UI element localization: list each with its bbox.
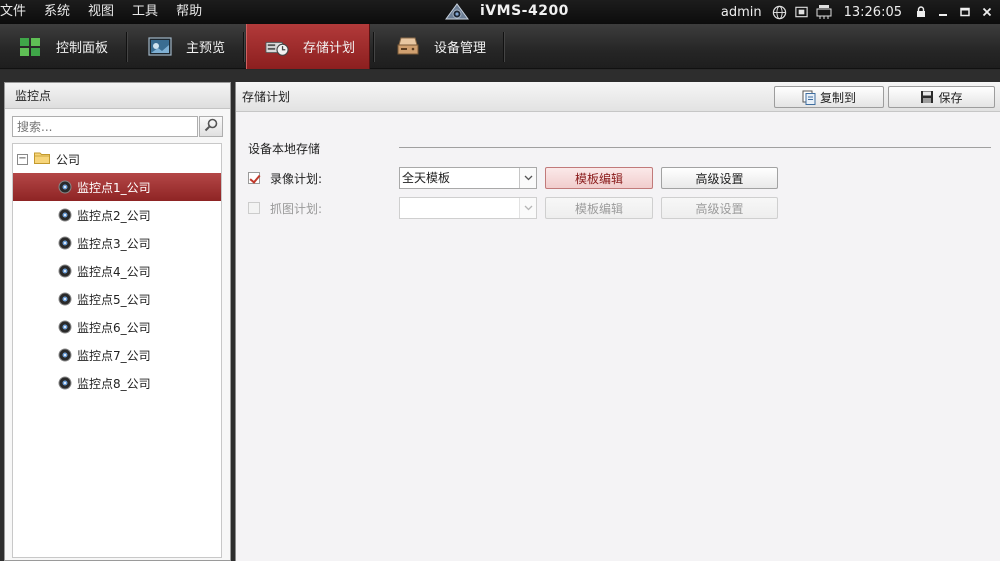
tab-divider [243, 32, 244, 62]
tab-divider [503, 32, 504, 62]
storage-icon [265, 36, 289, 58]
tree-item-camera-6[interactable]: 监控点6_公司 [13, 313, 221, 341]
collapse-icon[interactable]: − [17, 153, 28, 165]
panel-title: 存储计划 [242, 90, 291, 104]
module-tabbar: 控制面板 主预览 存储计划 设备管理 [0, 24, 1000, 69]
tab-divider [373, 32, 374, 62]
capture-template-select[interactable] [399, 197, 537, 219]
tab-divider [126, 32, 127, 62]
camera-icon [57, 348, 73, 362]
panel-title: 监控点 [5, 83, 230, 109]
app-title: iVMS-4200 [480, 3, 569, 19]
save-button[interactable]: 保存 [888, 86, 995, 108]
chevron-down-icon [519, 168, 536, 188]
menu-list: 文件 系统 视图 工具 帮助 [0, 0, 220, 24]
record-template-edit-button[interactable]: 模板编辑 [545, 167, 653, 189]
tree-item-label: 监控点5_公司 [77, 292, 151, 307]
camera-panel: 监控点 − 公司 监控点1_公司 监控点2 [4, 82, 231, 561]
tree-item-camera-8[interactable]: 监控点8_公司 [13, 369, 221, 397]
tab-main-preview[interactable]: 主预览 [148, 24, 238, 69]
menu-tools[interactable]: 工具 [132, 0, 166, 24]
device-icon [396, 36, 420, 58]
search-icon [204, 118, 218, 135]
capture-template-edit-button[interactable]: 模板编辑 [545, 197, 653, 219]
globe-icon[interactable] [772, 4, 788, 20]
menu-help[interactable]: 帮助 [176, 0, 210, 24]
grid-icon [18, 36, 42, 58]
tab-label: 控制面板 [56, 41, 109, 56]
folder-icon [34, 151, 50, 167]
tree-item-camera-7[interactable]: 监控点7_公司 [13, 341, 221, 369]
minimize-icon[interactable] [934, 4, 952, 20]
tree-item-label: 监控点1_公司 [77, 180, 151, 195]
close-icon[interactable] [978, 4, 996, 20]
camera-icon [57, 376, 73, 390]
copy-to-label: 复制到 [819, 90, 856, 105]
tab-device-management[interactable]: 设备管理 [396, 24, 501, 69]
capture-plan-label: 抓图计划: [270, 201, 323, 216]
clock: 13:26:05 [843, 4, 902, 20]
camera-icon [57, 180, 73, 194]
app-logo-icon [444, 1, 470, 21]
camera-icon [57, 292, 73, 306]
user-name[interactable]: admin [721, 5, 762, 20]
record-plan-checkbox[interactable] [248, 172, 260, 184]
panel-header: 存储计划 复制到 保存 [236, 82, 1000, 112]
tree-item-camera-3[interactable]: 监控点3_公司 [13, 229, 221, 257]
tree-item-label: 监控点8_公司 [77, 376, 151, 391]
preview-icon [148, 36, 172, 58]
record-advanced-settings-button[interactable]: 高级设置 [661, 167, 778, 189]
ram-icon [816, 4, 832, 20]
tree-root-label: 公司 [56, 152, 81, 167]
tree-item-label: 监控点7_公司 [77, 348, 151, 363]
tree-item-camera-1[interactable]: 监控点1_公司 [13, 173, 221, 201]
camera-icon [57, 320, 73, 334]
tab-label: 存储计划 [303, 41, 356, 56]
tree-item-camera-4[interactable]: 监控点4_公司 [13, 257, 221, 285]
tab-label: 设备管理 [434, 41, 487, 56]
tree-item-label: 监控点3_公司 [77, 236, 151, 251]
workspace: 监控点 − 公司 监控点1_公司 监控点2 [0, 70, 1000, 561]
copy-icon [802, 90, 816, 105]
tree-item-camera-2[interactable]: 监控点2_公司 [13, 201, 221, 229]
tree-item-label: 监控点2_公司 [77, 208, 151, 223]
menu-file[interactable]: 文件 [0, 0, 34, 24]
tab-label: 主预览 [186, 41, 226, 56]
maximize-icon[interactable] [956, 4, 974, 20]
search-input[interactable] [12, 116, 198, 137]
section-title: 设备本地存储 [248, 142, 321, 156]
storage-schedule-panel: 存储计划 复制到 保存 设备本地存储 录像计划: 全天模板 模板编辑 高级设置 … [235, 82, 1000, 561]
menu-system[interactable]: 系统 [44, 0, 78, 24]
camera-icon [57, 264, 73, 278]
record-template-value: 全天模板 [402, 171, 451, 185]
chevron-down-icon [519, 198, 536, 218]
menu-bar: 文件 系统 视图 工具 帮助 iVMS-4200 admin 13:26:05 [0, 0, 1000, 24]
tab-control-panel[interactable]: 控制面板 [18, 24, 123, 69]
search-button[interactable] [199, 116, 223, 137]
camera-tree: − 公司 监控点1_公司 监控点2_公司 监控点3_公司 监控点4_公司 监控点… [12, 143, 222, 558]
record-plan-row: 录像计划: [248, 167, 322, 189]
tree-item-camera-5[interactable]: 监控点5_公司 [13, 285, 221, 313]
cpu-icon [794, 4, 810, 20]
save-label: 保存 [938, 90, 963, 105]
capture-advanced-settings-button[interactable]: 高级设置 [661, 197, 778, 219]
menu-view[interactable]: 视图 [88, 0, 122, 24]
record-template-select[interactable]: 全天模板 [399, 167, 537, 189]
section-divider [399, 147, 991, 148]
capture-plan-checkbox[interactable] [248, 202, 260, 214]
capture-plan-row: 抓图计划: [248, 197, 322, 219]
camera-icon [57, 208, 73, 222]
tree-item-label: 监控点6_公司 [77, 320, 151, 335]
camera-icon [57, 236, 73, 250]
tree-root[interactable]: − 公司 [17, 150, 80, 168]
search-row [12, 116, 223, 138]
tab-storage-schedule[interactable]: 存储计划 [246, 24, 370, 69]
tree-item-label: 监控点4_公司 [77, 264, 151, 279]
lock-icon[interactable] [912, 4, 930, 20]
copy-to-button[interactable]: 复制到 [774, 86, 884, 108]
system-tray: admin 13:26:05 [721, 0, 1000, 24]
record-plan-label: 录像计划: [270, 171, 323, 186]
save-icon [920, 90, 934, 104]
